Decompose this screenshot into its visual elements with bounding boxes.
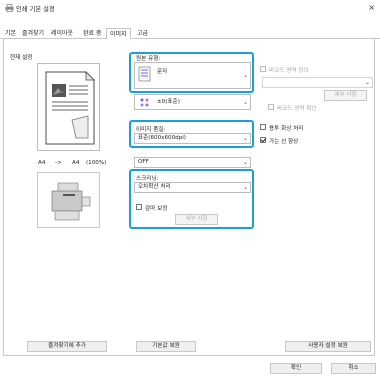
printer-preview xyxy=(37,172,100,228)
barcode-confirm-label: 바코드 영역 확인 xyxy=(277,106,317,112)
density-select[interactable]: ±0(표준) ⌄ xyxy=(134,94,251,110)
current-settings-label: 현재 설정 xyxy=(10,55,33,61)
density-value: ±0(표준) xyxy=(157,99,180,105)
tab-layout[interactable]: 레이아웃 xyxy=(48,28,76,39)
chevron-down-icon: ⌄ xyxy=(364,79,370,86)
paper-size-to: A4 xyxy=(72,160,80,166)
highlight-screening xyxy=(129,169,254,229)
title-bar: 인쇄 기본 설정 × xyxy=(0,0,380,18)
tab-bar: 기본 즐겨찾기 레이아웃 완료 중 이미지 고급 xyxy=(0,28,380,40)
barcode-area-checkbox[interactable] xyxy=(260,66,266,72)
arrow-text: -> xyxy=(55,160,62,166)
printer-icon xyxy=(51,182,91,221)
thin-line-checkbox[interactable] xyxy=(260,137,266,143)
highlight-image-quality xyxy=(129,120,254,148)
tab-basic[interactable]: 기본 xyxy=(2,28,19,39)
chevron-down-icon: ⌄ xyxy=(242,99,248,106)
restore-default-button[interactable]: 기본값 복원 xyxy=(136,341,196,352)
tab-finishing[interactable]: 완료 중 xyxy=(80,28,104,39)
restore-user-button[interactable]: 사용자 설정 복원 xyxy=(285,341,371,352)
toner-save-label: 용투 화상 처리 xyxy=(269,126,304,132)
window-title: 인쇄 기본 설정 xyxy=(16,6,55,13)
barcode-detail-button[interactable]: 세부 사항 xyxy=(324,90,367,101)
barcode-area-select[interactable]: ⌄ xyxy=(262,77,373,88)
color-dots-icon xyxy=(140,98,149,107)
thin-line-label: 가는 선 향상 xyxy=(269,139,299,145)
zoom-percent: (100%) xyxy=(86,160,107,166)
barcode-area-label: 바코드 영역 정의 xyxy=(269,68,309,74)
tab-favorites[interactable]: 즐겨찾기 xyxy=(19,28,47,39)
ok-button[interactable]: 확인 xyxy=(270,363,322,374)
barcode-confirm-checkbox[interactable] xyxy=(268,104,274,110)
tab-advanced[interactable]: 고급 xyxy=(134,28,151,39)
option-select-value: OFF xyxy=(138,159,149,165)
cancel-button[interactable]: 취소 xyxy=(331,363,376,374)
document-preview-icon xyxy=(45,71,95,145)
chevron-down-icon: ⌄ xyxy=(242,159,248,166)
page-preview xyxy=(37,63,100,151)
close-icon[interactable]: × xyxy=(368,3,375,12)
highlight-original-type xyxy=(129,52,254,93)
printer-icon xyxy=(5,4,14,12)
paper-size-from: A4 xyxy=(38,160,46,166)
toner-save-checkbox[interactable] xyxy=(260,124,266,130)
option-select[interactable]: OFF ⌄ xyxy=(134,157,251,168)
add-favorite-button[interactable]: 즐겨찾기에 추가 xyxy=(27,341,107,352)
